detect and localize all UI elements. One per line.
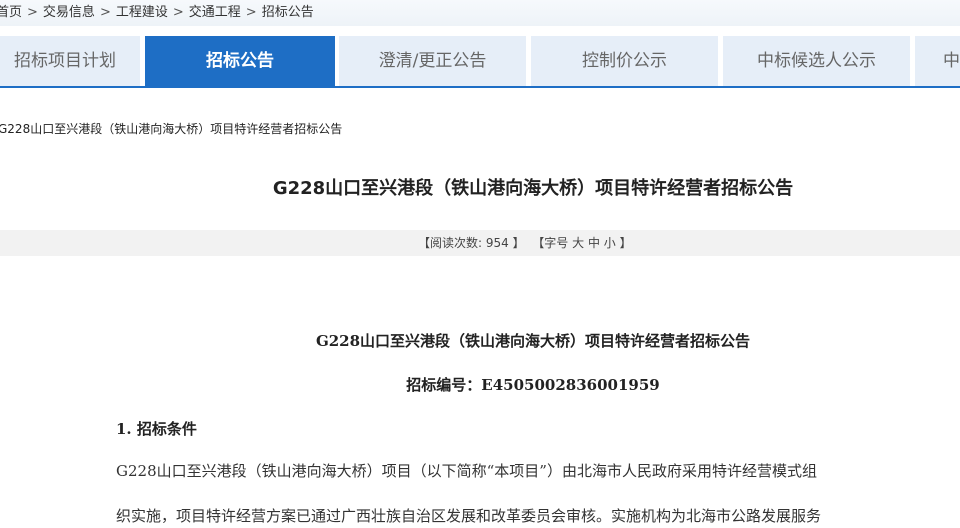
font-size-close: 】 — [619, 236, 632, 250]
breadcrumb-trade-info[interactable]: 交易信息 — [43, 5, 95, 20]
tab-control-price[interactable]: 控制价公示 — [531, 36, 718, 86]
tender-number: 招标编号：E4505002836001959 — [406, 376, 660, 394]
breadcrumb-home[interactable]: 首页 — [0, 5, 22, 20]
breadcrumb-separator: > — [245, 5, 257, 20]
tab-tender-notice[interactable]: 招标公告 — [145, 36, 335, 86]
read-info-bar: 【阅读次数: 954 】 【字号 大 中 小 】 — [0, 230, 960, 256]
paragraph-line: 织实施，项目特许经营方案已通过广西壮族自治区发展和改革委员会审核。实施机构为北海… — [116, 507, 822, 525]
breadcrumb-separator: > — [99, 5, 111, 20]
font-size-label: 【字号 — [532, 236, 569, 250]
tab-bar: 招标项目计划 招标公告 澄清/更正公告 控制价公示 中标候选人公示 中 — [0, 36, 960, 88]
breadcrumb-transport[interactable]: 交通工程 — [189, 5, 241, 20]
tab-project-plan[interactable]: 招标项目计划 — [0, 36, 140, 86]
breadcrumb-tender-notice[interactable]: 招标公告 — [262, 5, 314, 20]
page-title: G228山口至兴港段（铁山港向海大桥）项目特许经营者招标公告 — [272, 178, 794, 199]
breadcrumb-engineering[interactable]: 工程建设 — [116, 5, 168, 20]
tab-winning-candidates[interactable]: 中标候选人公示 — [723, 36, 910, 86]
breadcrumb-separator: > — [27, 5, 38, 20]
document-title: G228山口至兴港段（铁山港向海大桥）项目特许经营者招标公告 — [315, 332, 751, 350]
font-size-large-button[interactable]: 大 — [572, 236, 584, 250]
tab-clarification[interactable]: 澄清/更正公告 — [339, 36, 526, 86]
section-heading: 1. 招标条件 — [116, 420, 197, 438]
notice-breadcrumb-title: G228山口至兴港段（铁山港向海大桥）项目特许经营者招标公告 — [0, 122, 343, 136]
tab-more[interactable]: 中 — [915, 36, 960, 86]
breadcrumb-separator: > — [172, 5, 184, 20]
paragraph-line: G228山口至兴港段（铁山港向海大桥）项目（以下简称“本项目”）由北海市人民政府… — [116, 462, 817, 480]
read-count-label: 【阅读次数: — [418, 236, 483, 250]
font-size-small-button[interactable]: 小 — [604, 236, 616, 250]
read-count: 954 — [485, 236, 509, 250]
font-size-medium-button[interactable]: 中 — [588, 236, 600, 250]
read-count-close: 】 — [512, 236, 525, 250]
breadcrumb: 首页 > 交易信息 > 工程建设 > 交通工程 > 招标公告 — [0, 0, 960, 26]
